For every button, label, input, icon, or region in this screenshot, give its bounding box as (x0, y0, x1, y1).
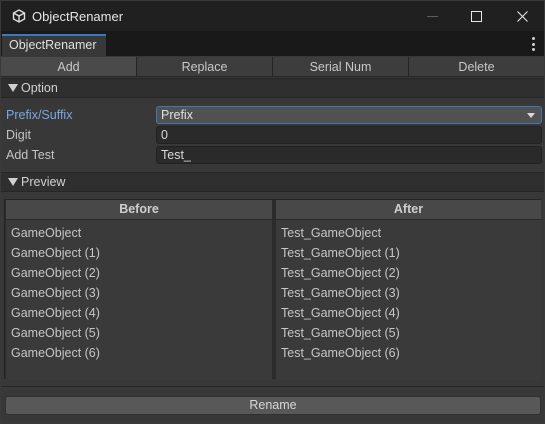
before-list-item: GameObject (5) (11, 326, 100, 340)
unity-logo-icon (12, 9, 26, 23)
add-text-field[interactable]: Test_ (156, 146, 542, 164)
prefix-suffix-label: Prefix/Suffix (6, 108, 73, 122)
minimize-button[interactable] (409, 1, 455, 32)
foldout-expanded-icon (8, 178, 18, 186)
option-foldout[interactable]: Option (1, 78, 544, 98)
after-column-header: After (276, 200, 541, 220)
before-column-header: Before (6, 200, 272, 220)
before-column: Before GameObject GameObject (1) GameObj… (6, 200, 272, 380)
preview-header-label: Preview (21, 175, 66, 189)
maximize-button[interactable] (453, 1, 499, 32)
after-list-item: Test_GameObject (3) (281, 286, 400, 300)
before-list-item: GameObject (1) (11, 246, 100, 260)
delete-mode-button[interactable]: Delete (409, 57, 544, 77)
after-column: After Test_GameObject Test_GameObject (1… (276, 200, 541, 380)
editor-tab-bar: ObjectRenamer (0, 31, 545, 56)
window-titlebar: ObjectRenamer (0, 0, 545, 31)
preview-foldout[interactable]: Preview (1, 172, 544, 192)
replace-mode-button[interactable]: Replace (137, 57, 273, 77)
after-list-item: Test_GameObject (4) (281, 306, 400, 320)
minimize-icon (426, 16, 438, 17)
after-list-item: Test_GameObject (1) (281, 246, 400, 260)
mode-toolbar: Add Replace Serial Num Delete (1, 57, 544, 77)
before-list-item: GameObject (11, 226, 82, 240)
editor-window-content: Add Replace Serial Num Delete Option Pre… (0, 56, 545, 424)
preview-panel: Before GameObject GameObject (1) GameObj… (4, 199, 541, 380)
serial-num-mode-button[interactable]: Serial Num (273, 57, 409, 77)
after-list-item: Test_GameObject (281, 226, 382, 240)
prefix-suffix-value: Prefix (161, 108, 193, 122)
before-list-item: GameObject (6) (11, 346, 100, 360)
chevron-down-icon (527, 113, 535, 118)
after-list-item: Test_GameObject (2) (281, 266, 400, 280)
after-list-item: Test_GameObject (6) (281, 346, 400, 360)
add-mode-button[interactable]: Add (1, 57, 137, 77)
before-list-item: GameObject (4) (11, 306, 100, 320)
rename-button[interactable]: Rename (5, 396, 541, 415)
tab-objectrenamer[interactable]: ObjectRenamer (2, 34, 106, 56)
digit-label: Digit (6, 128, 32, 142)
divider (1, 386, 544, 387)
maximize-icon (470, 11, 482, 22)
after-list-item: Test_GameObject (5) (281, 326, 400, 340)
before-list-item: GameObject (2) (11, 266, 100, 280)
before-list-item: GameObject (3) (11, 286, 100, 300)
add-text-label: Add Test (6, 148, 55, 162)
close-icon (516, 11, 528, 22)
option-header-label: Option (21, 81, 58, 95)
close-button[interactable] (499, 1, 545, 32)
prefix-suffix-dropdown[interactable]: Prefix (156, 106, 542, 124)
digit-field[interactable]: 0 (156, 126, 542, 144)
foldout-expanded-icon (8, 84, 18, 92)
kebab-menu-icon[interactable] (530, 37, 536, 51)
window-title: ObjectRenamer (32, 9, 124, 24)
